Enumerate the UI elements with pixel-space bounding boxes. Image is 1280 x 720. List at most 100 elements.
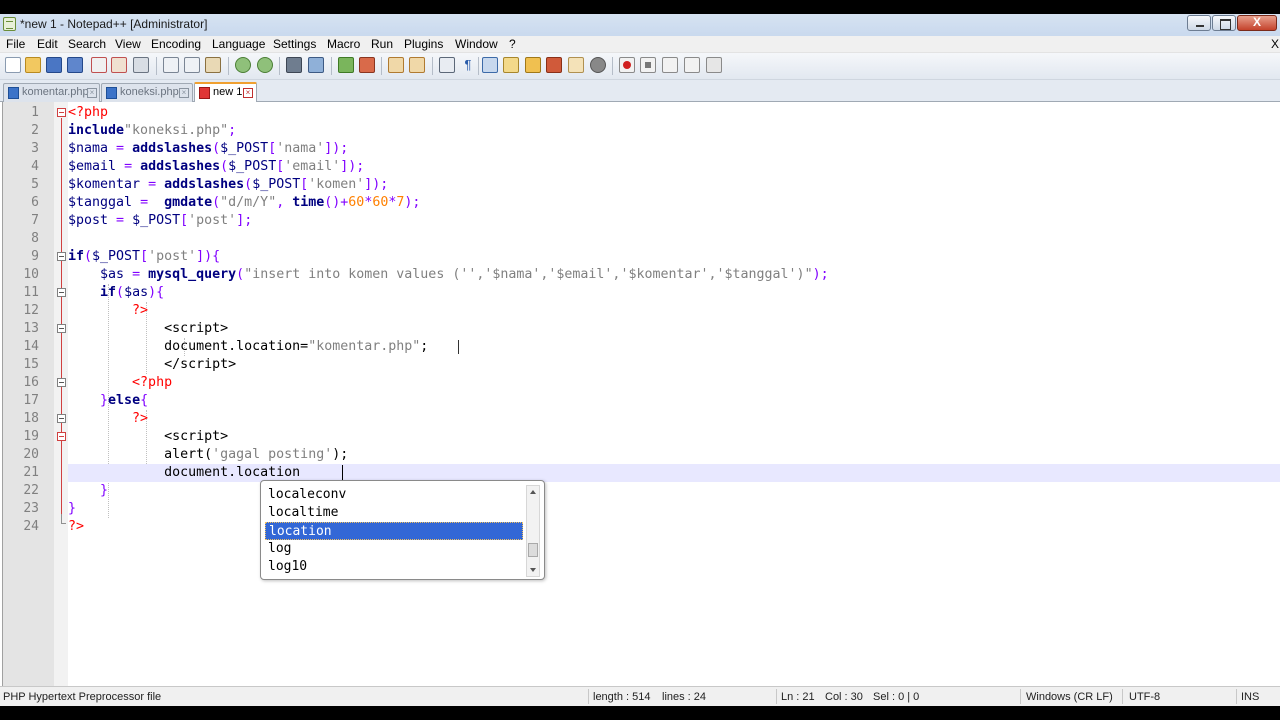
autocomplete-item[interactable]: log xyxy=(265,540,523,558)
cut-icon[interactable] xyxy=(163,57,179,73)
menu-run[interactable]: Run xyxy=(371,37,393,51)
ibeam-cursor-icon xyxy=(458,340,459,354)
menu-file[interactable]: File xyxy=(6,37,25,51)
menu-encoding[interactable]: Encoding xyxy=(151,37,201,51)
code-area[interactable]: <?php include"koneksi.php"; $nama = adds… xyxy=(68,102,1280,686)
menu-language[interactable]: Language xyxy=(212,37,265,51)
document-icon xyxy=(8,87,19,99)
status-column: Col : 30 xyxy=(825,691,863,703)
autocomplete-item[interactable]: localeconv xyxy=(265,486,523,504)
monitoring-icon[interactable] xyxy=(590,57,606,73)
open-file-icon[interactable] xyxy=(25,57,41,73)
zoom-in-icon[interactable] xyxy=(338,57,354,73)
code-line: <script> xyxy=(164,429,229,444)
notepad-app-icon xyxy=(3,17,16,31)
line-number: 17 xyxy=(23,393,39,408)
line-number: 10 xyxy=(23,267,39,282)
show-all-chars-icon[interactable]: ¶ xyxy=(460,57,476,73)
undo-icon[interactable] xyxy=(235,57,251,73)
code-line: } xyxy=(100,483,109,498)
line-number: 13 xyxy=(23,321,39,336)
fold-toggle-icon[interactable] xyxy=(57,288,66,297)
maximize-button[interactable] xyxy=(1212,15,1236,31)
line-number: 8 xyxy=(31,231,39,246)
menu-help[interactable]: ? xyxy=(509,37,516,51)
menu-window[interactable]: Window xyxy=(455,37,498,51)
code-editor[interactable]: 1 2 3 4 5 6 7 8 9 10 11 12 13 14 15 16 1… xyxy=(0,102,1280,686)
close-all-icon[interactable] xyxy=(111,57,127,73)
redo-icon[interactable] xyxy=(257,57,273,73)
tab-close-icon[interactable]: × xyxy=(179,88,189,98)
code-line-current: document.location xyxy=(68,464,1280,482)
code-line: <script> xyxy=(164,321,229,336)
autocomplete-item[interactable]: localtime xyxy=(265,504,523,522)
fold-toggle-icon[interactable] xyxy=(57,108,66,117)
doc-map-icon[interactable] xyxy=(525,57,541,73)
fold-toggle-icon[interactable] xyxy=(57,432,66,441)
close-icon[interactable] xyxy=(91,57,107,73)
fold-toggle-icon[interactable] xyxy=(57,324,66,333)
line-number: 4 xyxy=(31,159,39,174)
fold-toggle-icon[interactable] xyxy=(57,414,66,423)
close-button[interactable]: X xyxy=(1237,15,1277,31)
function-list-icon[interactable] xyxy=(546,57,562,73)
autocomplete-list[interactable]: localeconv localtime location log log10 xyxy=(260,480,545,580)
line-number: 1 xyxy=(31,105,39,120)
line-number: 3 xyxy=(31,141,39,156)
tab-close-icon[interactable]: × xyxy=(87,88,97,98)
minimize-button[interactable] xyxy=(1187,15,1211,31)
sync-horizontal-icon[interactable] xyxy=(409,57,425,73)
menu-plugins[interactable]: Plugins xyxy=(404,37,443,51)
indent-guide-icon[interactable] xyxy=(482,57,498,73)
autocomplete-scrollbar[interactable] xyxy=(526,485,540,577)
tab-close-icon[interactable]: × xyxy=(243,88,253,98)
run-macro-multiple-icon[interactable] xyxy=(684,57,700,73)
udl-icon[interactable] xyxy=(503,57,519,73)
code-line: }else{ xyxy=(100,393,149,408)
menu-macro[interactable]: Macro xyxy=(327,37,360,51)
status-insert-mode: INS xyxy=(1241,691,1260,703)
scroll-down-icon[interactable] xyxy=(530,568,536,572)
code-line: $komentar = addslashes($_POST['komen']); xyxy=(68,177,389,192)
print-icon[interactable] xyxy=(133,57,149,73)
code-line: ?> xyxy=(68,519,85,534)
line-number: 5 xyxy=(31,177,39,192)
save-macro-icon[interactable] xyxy=(706,57,722,73)
sync-vertical-icon[interactable] xyxy=(388,57,404,73)
menu-edit[interactable]: Edit xyxy=(37,37,58,51)
save-icon[interactable] xyxy=(46,57,62,73)
tab-koneksi-php[interactable]: koneksi.php × xyxy=(101,83,193,102)
find-icon[interactable] xyxy=(286,57,302,73)
tab-new-1[interactable]: new 1 × xyxy=(194,82,257,103)
stop-macro-icon[interactable] xyxy=(640,57,656,73)
menu-settings[interactable]: Settings xyxy=(273,37,316,51)
scroll-up-icon[interactable] xyxy=(530,490,536,494)
zoom-out-icon[interactable] xyxy=(359,57,375,73)
play-macro-icon[interactable] xyxy=(662,57,678,73)
word-wrap-icon[interactable] xyxy=(439,57,455,73)
close-document-icon[interactable]: X xyxy=(1271,37,1279,51)
close-icon: X xyxy=(1252,15,1261,29)
copy-icon[interactable] xyxy=(184,57,200,73)
autocomplete-item-selected[interactable]: location xyxy=(265,522,523,540)
line-number: 24 xyxy=(23,519,39,534)
code-line: if($_POST['post']){ xyxy=(68,249,221,264)
scroll-thumb[interactable] xyxy=(528,543,538,557)
tab-label: koneksi.php xyxy=(120,86,179,98)
code-line: <?php xyxy=(68,105,109,120)
save-all-icon[interactable] xyxy=(67,57,83,73)
line-number: 15 xyxy=(23,357,39,372)
record-macro-icon[interactable] xyxy=(619,57,635,73)
autocomplete-item[interactable]: log10 xyxy=(265,558,523,576)
menu-search[interactable]: Search xyxy=(68,37,106,51)
fold-toggle-icon[interactable] xyxy=(57,378,66,387)
new-file-icon[interactable] xyxy=(5,57,21,73)
replace-icon[interactable] xyxy=(308,57,324,73)
paste-icon[interactable] xyxy=(205,57,221,73)
fold-toggle-icon[interactable] xyxy=(57,252,66,261)
folder-workspace-icon[interactable] xyxy=(568,57,584,73)
menu-view[interactable]: View xyxy=(115,37,141,51)
tab-komentar-php[interactable]: komentar.php × xyxy=(3,83,100,102)
status-bar: PHP Hypertext Preprocessor file length :… xyxy=(0,686,1280,706)
